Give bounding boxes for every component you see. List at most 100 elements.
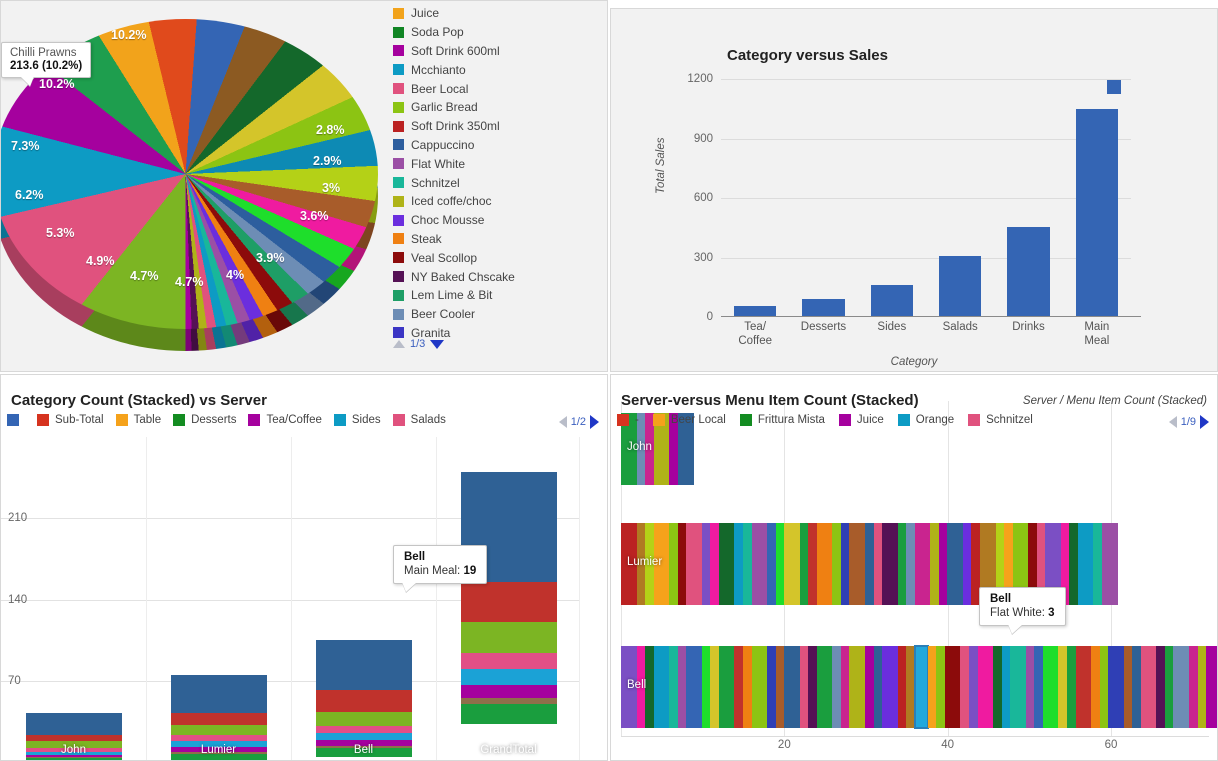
- stacked-column[interactable]: [460, 471, 557, 760]
- stacked-bar-segment[interactable]: [808, 646, 817, 728]
- stacked-bar-segment[interactable]: [1099, 646, 1109, 728]
- stacked-bar-segment[interactable]: [1042, 646, 1059, 728]
- stacked-column[interactable]: [315, 640, 412, 760]
- stacked-column-segment[interactable]: [170, 674, 267, 714]
- stacked-column-segment[interactable]: [315, 690, 412, 713]
- stacked-bar-segment[interactable]: [816, 523, 833, 605]
- stacked-column-segment[interactable]: [315, 726, 412, 733]
- stacked-column-segment[interactable]: [460, 685, 557, 699]
- bar-plot-area[interactable]: 0 300 600 900 1200 Tea/Coffee Desserts Sides Sal…: [687, 73, 1141, 347]
- pie-legend-pager[interactable]: 1/3: [393, 338, 445, 350]
- stacked-bar-segment[interactable]: [669, 523, 678, 605]
- stacked-column-segment[interactable]: [170, 713, 267, 725]
- stacked-bar-segment[interactable]: [914, 523, 931, 605]
- page-up-icon[interactable]: [393, 340, 405, 348]
- stacked-bar-segment[interactable]: [1025, 646, 1035, 728]
- bar-column[interactable]: [1007, 226, 1050, 316]
- stacked-bar-segment[interactable]: [969, 646, 978, 728]
- stacked-bar-segment[interactable]: [767, 646, 776, 728]
- stacked-bar-segment[interactable]: [1093, 523, 1103, 605]
- pie-legend-item[interactable]: Lem Lime & Bit: [393, 286, 603, 305]
- pie-legend-item[interactable]: Beer Cooler: [393, 305, 603, 324]
- stacked-bar-segment[interactable]: [686, 646, 702, 728]
- stacked-bar-segment[interactable]: [1010, 646, 1026, 728]
- pie-legend-item[interactable]: Choc Mousse: [393, 211, 603, 230]
- stacked-column-segment[interactable]: [315, 640, 412, 691]
- stacked-bar-segment[interactable]: [1156, 646, 1165, 728]
- stacked-bar-segment[interactable]: [677, 646, 687, 728]
- pie-legend-item[interactable]: Iced coffe/choc: [393, 192, 603, 211]
- stacked-bar-segment[interactable]: [1108, 646, 1124, 728]
- stacked-bar-segment[interactable]: [936, 646, 945, 728]
- stacked-bar-segment[interactable]: [906, 646, 915, 728]
- stacked-bar-segment[interactable]: [767, 523, 776, 605]
- stacked-column-legend-item[interactable]: Sub-Total: [37, 414, 104, 426]
- stacked-bar-segment[interactable]: [799, 523, 809, 605]
- stacked-bar-segment[interactable]: [1102, 523, 1119, 605]
- stacked-bar-segment[interactable]: [840, 523, 850, 605]
- stacked-bar-legend-item[interactable]: -: [617, 414, 639, 426]
- stacked-bar-segment[interactable]: [1034, 646, 1043, 728]
- stacked-bar-plot-area[interactable]: 20 40 60 John Lumier Bell: [621, 401, 1217, 760]
- stacked-bar-legend-item[interactable]: Orange: [897, 414, 954, 426]
- stacked-column-segment[interactable]: [25, 713, 122, 736]
- pie-legend-item[interactable]: Juice: [393, 4, 603, 23]
- stacked-bar-segment[interactable]: [1077, 523, 1094, 605]
- stacked-column-segment[interactable]: [460, 703, 557, 724]
- stacked-column-legend-item[interactable]: [7, 414, 25, 426]
- stacked-column-legend-item[interactable]: Desserts: [173, 414, 236, 426]
- bar-column[interactable]: [938, 255, 982, 316]
- stacked-bar-segment[interactable]: [1066, 646, 1076, 728]
- stacked-bar-segment[interactable]: [1069, 523, 1078, 605]
- stacked-bar-segment[interactable]: [686, 523, 702, 605]
- stacked-bar-segment[interactable]: [882, 646, 898, 728]
- stacked-bar-segment[interactable]: [710, 523, 719, 605]
- bar-column[interactable]: [802, 299, 845, 316]
- stacked-bar-segment[interactable]: [840, 646, 850, 728]
- stacked-bar-segment[interactable]: [710, 646, 719, 728]
- stacked-bar-segment[interactable]: [1164, 646, 1174, 728]
- stacked-bar-segment[interactable]: [865, 646, 874, 728]
- stacked-bar-segment[interactable]: [816, 646, 833, 728]
- stacked-bar-segment[interactable]: [873, 646, 883, 728]
- bar-legend-marker[interactable]: [1107, 80, 1121, 94]
- stacked-bar-segment[interactable]: [944, 646, 961, 728]
- stacked-bar-segment[interactable]: [718, 523, 735, 605]
- stacked-bar-segment[interactable]: [849, 523, 865, 605]
- stacked-bar-segment[interactable]: [784, 523, 800, 605]
- bar-column[interactable]: [733, 305, 777, 316]
- stacked-column-legend-item[interactable]: Salads: [392, 414, 446, 426]
- stacked-bar-segment[interactable]: [734, 646, 743, 728]
- stacked-bar-segment[interactable]: [734, 523, 743, 605]
- stacked-bar-segment[interactable]: [751, 646, 768, 728]
- stacked-bar-segment[interactable]: [775, 523, 785, 605]
- stacked-column-segment[interactable]: [460, 621, 557, 653]
- stacked-bar-segment[interactable]: [799, 646, 809, 728]
- stacked-bar-segment[interactable]: [865, 523, 874, 605]
- stacked-bar-segment[interactable]: [1188, 646, 1198, 728]
- stacked-bar-segment[interactable]: [645, 646, 654, 728]
- stacked-column-segment[interactable]: [315, 732, 412, 740]
- page-prev-icon[interactable]: [558, 416, 567, 428]
- stacked-bar-segment[interactable]: [897, 646, 907, 728]
- stacked-bar-segment[interactable]: [913, 645, 929, 729]
- stacked-bar-segment[interactable]: [962, 523, 972, 605]
- page-next-icon[interactable]: [1200, 415, 1209, 429]
- stacked-bar-segment[interactable]: [677, 523, 687, 605]
- pie-legend-item[interactable]: Garlic Bread: [393, 98, 603, 117]
- stacked-bar-segment[interactable]: [1091, 646, 1100, 728]
- stacked-bar-segment[interactable]: [718, 646, 735, 728]
- pie-legend-item[interactable]: Schnitzel: [393, 173, 603, 192]
- bar-column[interactable]: [1075, 108, 1118, 316]
- stacked-bar-segment[interactable]: [927, 646, 937, 728]
- stacked-bar-segment[interactable]: [1001, 646, 1011, 728]
- stacked-bar-row[interactable]: [621, 645, 1217, 729]
- stacked-bar-segment[interactable]: [993, 646, 1002, 728]
- stacked-column-pager[interactable]: 1/2: [558, 415, 599, 429]
- stacked-column-plot-area[interactable]: 70 140 210 John Lumier Bell GrandTotal: [1, 437, 607, 760]
- stacked-bar-legend-item[interactable]: Frittura Mista: [739, 414, 825, 426]
- stacked-bar-segment[interactable]: [701, 646, 711, 728]
- stacked-column-legend-item[interactable]: Sides: [333, 414, 381, 426]
- stacked-bar-segment[interactable]: [832, 523, 841, 605]
- stacked-bar-legend-item[interactable]: Schnitzel: [968, 414, 1033, 426]
